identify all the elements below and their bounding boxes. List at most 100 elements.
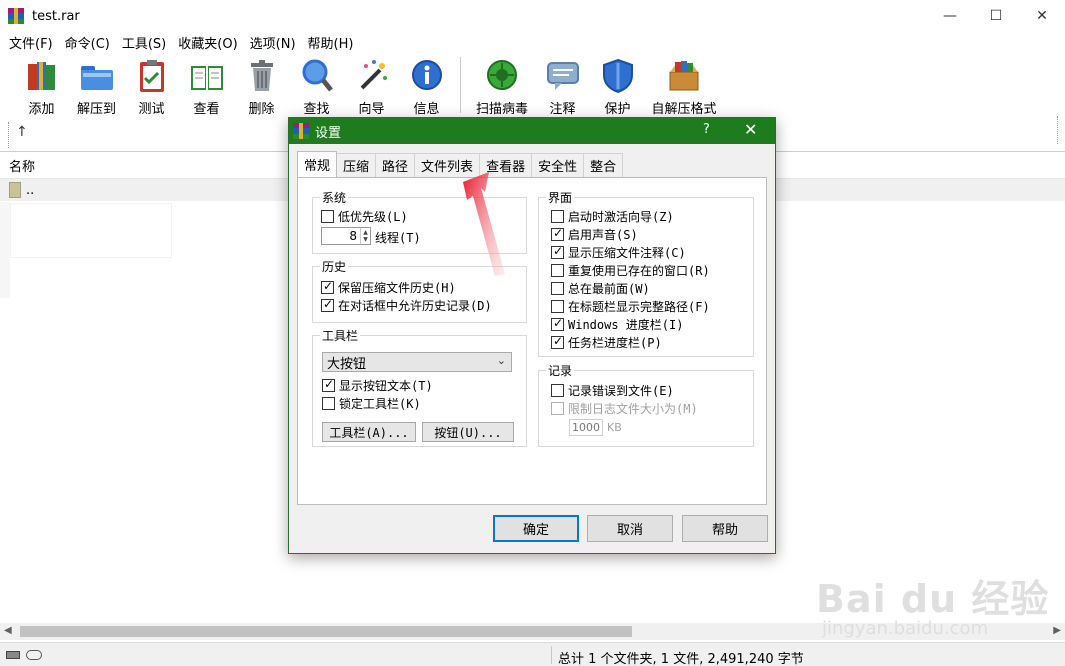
menu-help[interactable]: 帮助(H) (302, 33, 360, 52)
tab-security[interactable]: 安全性 (531, 153, 585, 177)
close-button[interactable]: ✕ (1019, 0, 1065, 32)
toolbar-grip-right (1057, 116, 1058, 144)
magic-wand-icon (354, 58, 390, 94)
help-button[interactable]: 帮助 (682, 515, 768, 542)
ok-button[interactable]: 确定 (493, 515, 579, 542)
book-icon (189, 58, 225, 94)
buttons-config-button[interactable]: 按钮(U)... (422, 422, 514, 442)
chevron-down-icon: ⌄ (496, 354, 506, 367)
baidu-watermark: Bai du 经验 jingyan.baidu.com (816, 568, 1049, 639)
tooltip-blank-area (10, 203, 172, 258)
enable-sound-checkbox[interactable]: 启用声音(S) (551, 226, 638, 243)
checkbox-label: 重复使用已存在的窗口(R) (568, 264, 710, 278)
scroll-left-icon[interactable]: ◀ (4, 625, 12, 636)
main-toolbar: 添加 解压到 测试 查看 删除 查找 向导 信息 扫描病毒 注释 保护 自解压格… (0, 52, 1065, 118)
toolbar-test-button[interactable]: 测试 (124, 52, 179, 118)
menu-commands[interactable]: 命令(C) (59, 33, 116, 52)
checkbox-label: 锁定工具栏(K) (339, 397, 421, 411)
winrar-app-icon (8, 8, 24, 24)
keep-history-checkbox[interactable]: 保留压缩文件历史(H) (321, 279, 456, 296)
toolbar-label: 解压到 (76, 102, 116, 117)
general-tab-panel: 系统 低优先级(L) 8 ▲▼ 线程(T) 历史 保留压缩文件历史(H) 在对话… (297, 177, 767, 505)
shield-icon (600, 58, 636, 94)
menu-options[interactable]: 选项(N) (244, 33, 302, 52)
checkbox-box (551, 244, 564, 259)
system-group-title: 系统 (320, 189, 349, 206)
log-size-input[interactable]: 1000 (569, 419, 603, 436)
tab-general[interactable]: 常规 (297, 151, 338, 177)
show-comment-checkbox[interactable]: 显示压缩文件注释(C) (551, 244, 686, 261)
low-priority-checkbox[interactable]: 低优先级(L) (321, 208, 408, 225)
checkbox-label: 低优先级(L) (338, 210, 408, 224)
tab-compression[interactable]: 压缩 (336, 153, 377, 177)
checkbox-label: 任务栏进度栏(P) (568, 336, 662, 350)
folder-icon (79, 58, 115, 94)
list-item-name: .. (26, 182, 35, 198)
magnifier-icon (299, 58, 335, 94)
toolbar-extract-button[interactable]: 解压到 (69, 52, 124, 118)
toolbar-info-button[interactable]: 信息 (399, 52, 454, 118)
toolbar-label: 扫描病毒 (475, 102, 528, 117)
toolbar-wizard-button[interactable]: 向导 (344, 52, 399, 118)
toolbar-view-button[interactable]: 查看 (179, 52, 234, 118)
threads-stepper[interactable]: 8 ▲ ▼ (321, 227, 371, 245)
scrollbar-thumb[interactable] (20, 626, 632, 637)
books-icon (24, 58, 60, 94)
cancel-button[interactable]: 取消 (587, 515, 673, 542)
winrar-app-icon (293, 123, 309, 139)
stepper-arrows-icon[interactable]: ▲ ▼ (360, 228, 370, 244)
maximize-button[interactable]: ☐ (973, 0, 1019, 32)
full-path-title-checkbox[interactable]: 在标题栏显示完整路径(F) (551, 298, 710, 315)
taskbar-progress-checkbox[interactable]: 任务栏进度栏(P) (551, 334, 662, 351)
dialog-history-checkbox[interactable]: 在对话框中允许历史记录(D) (321, 297, 492, 314)
toolbar-sfx-button[interactable]: 自解压格式 (645, 52, 723, 118)
toolbar-protect-button[interactable]: 保护 (590, 52, 645, 118)
menu-tools[interactable]: 工具(S) (116, 33, 172, 52)
menu-bar: 文件(F) 命令(C) 工具(S) 收藏夹(O) 选项(N) 帮助(H) (0, 32, 1065, 52)
toolbar-find-button[interactable]: 查找 (289, 52, 344, 118)
toolbar-label: 保护 (604, 102, 631, 117)
toolbar-delete-button[interactable]: 删除 (234, 52, 289, 118)
button-size-select[interactable]: 大按钮 ⌄ (322, 352, 512, 372)
always-on-top-checkbox[interactable]: 总在最前面(W) (551, 280, 650, 297)
drive-icon[interactable] (6, 651, 20, 659)
menu-file[interactable]: 文件(F) (3, 33, 59, 52)
menu-favorites[interactable]: 收藏夹(O) (172, 33, 243, 52)
checkbox-label: 启动时激活向导(Z) (568, 210, 674, 224)
status-text: 总计 1 个文件夹, 1 文件, 2,491,240 字节 (558, 652, 804, 666)
dialog-close-button[interactable]: ✕ (744, 120, 757, 139)
toolbar-config-button[interactable]: 工具栏(A)... (322, 422, 416, 442)
scroll-right-icon[interactable]: ▶ (1053, 625, 1061, 636)
show-button-text-checkbox[interactable]: 显示按钮文本(T) (322, 377, 433, 394)
log-errors-checkbox[interactable]: 记录错误到文件(E) (551, 382, 674, 399)
dialog-help-button[interactable]: ? (703, 122, 710, 137)
checkbox-box (322, 397, 335, 410)
status-bar: 总计 1 个文件夹, 1 文件, 2,491,240 字节 (0, 642, 1065, 666)
toolbar-comment-button[interactable]: 注释 (535, 52, 590, 118)
toolbar-settings-group: 工具栏 大按钮 ⌄ 显示按钮文本(T) 锁定工具栏(K) 工具栏(A)... 按… (312, 327, 527, 447)
tab-paths[interactable]: 路径 (375, 153, 416, 177)
windows-progress-checkbox[interactable]: Windows 进度栏(I) (551, 316, 683, 333)
toolbar-label: 信息 (413, 102, 440, 117)
tab-integration[interactable]: 整合 (583, 153, 624, 177)
toolbar-grip (8, 122, 9, 148)
checkbox-box (321, 279, 334, 294)
toolbar-label: 自解压格式 (651, 102, 717, 117)
toolbar-label: 添加 (28, 102, 55, 117)
checkbox-label: Windows 进度栏(I) (568, 318, 684, 332)
reuse-window-checkbox[interactable]: 重复使用已存在的窗口(R) (551, 262, 710, 279)
sfx-box-icon (666, 58, 702, 94)
toolbar-scan-virus-button[interactable]: 扫描病毒 (469, 52, 535, 118)
threads-value: 8 (349, 229, 357, 243)
key-icon[interactable] (26, 650, 42, 660)
limit-log-size-checkbox[interactable]: 限制日志文件大小为(M) (551, 400, 698, 417)
lock-toolbar-checkbox[interactable]: 锁定工具栏(K) (322, 395, 421, 412)
minimize-button[interactable]: — (927, 0, 973, 32)
checkbox-box (551, 264, 564, 277)
toolbar-add-button[interactable]: 添加 (14, 52, 69, 118)
checkbox-box (551, 210, 564, 223)
threads-label: 线程(T) (375, 231, 421, 245)
toolbar-group-title: 工具栏 (320, 327, 361, 344)
up-folder-icon[interactable]: ↑ (16, 124, 28, 140)
startup-wizard-checkbox[interactable]: 启动时激活向导(Z) (551, 208, 674, 225)
